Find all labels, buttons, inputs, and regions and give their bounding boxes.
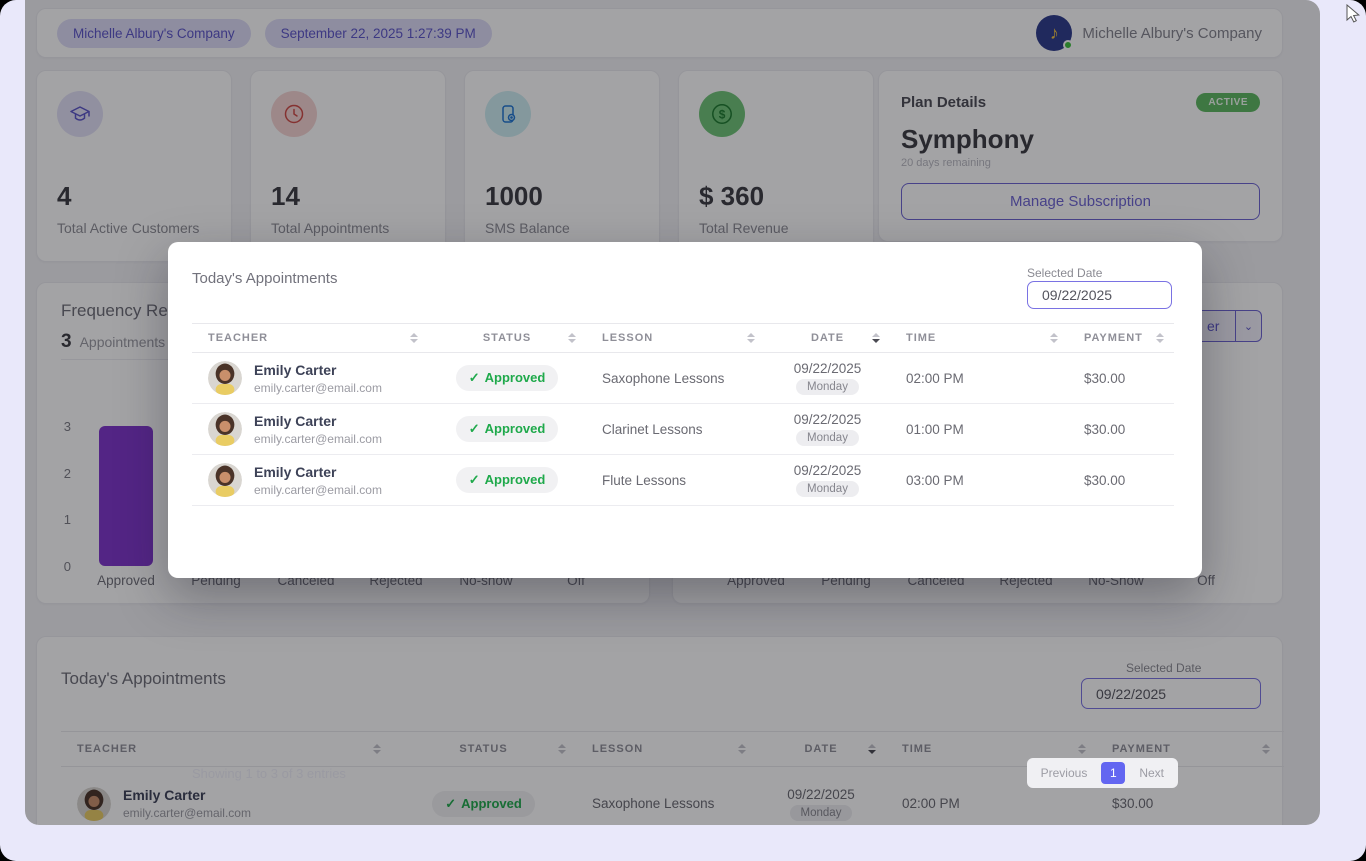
- lesson-cell: Clarinet Lessons: [586, 422, 703, 437]
- payment-cell: $30.00: [1068, 422, 1125, 437]
- column-header-time[interactable]: TIME: [890, 324, 1068, 352]
- modal-title: Today's Appointments: [192, 270, 337, 287]
- payment-cell: $30.00: [1068, 371, 1125, 386]
- app-window: Michelle Albury's Company September 22, …: [0, 0, 1366, 861]
- check-icon: ✓: [469, 421, 480, 436]
- teacher-avatar: [208, 361, 242, 395]
- teacher-name: Emily Carter: [254, 362, 382, 378]
- time-cell: 03:00 PM: [890, 473, 964, 488]
- column-header-payment[interactable]: PAYMENT: [1068, 324, 1174, 352]
- day-badge: Monday: [796, 481, 859, 497]
- teacher-avatar: [208, 463, 242, 497]
- status-badge: ✓Approved: [456, 365, 559, 391]
- teacher-email: emily.carter@email.com: [254, 432, 382, 446]
- column-header-status[interactable]: STATUS: [428, 324, 586, 352]
- day-badge: Monday: [796, 379, 859, 395]
- day-badge: Monday: [796, 430, 859, 446]
- time-cell: 02:00 PM: [890, 371, 964, 386]
- date-cell: 09/22/2025: [794, 412, 862, 427]
- sort-icon: [872, 333, 880, 343]
- check-icon: ✓: [469, 472, 480, 487]
- pagination: Previous 1 Next: [1027, 758, 1178, 788]
- table-row: Emily Carter emily.carter@email.com ✓App…: [192, 455, 1174, 506]
- table-row: Emily Carter emily.carter@email.com ✓App…: [192, 353, 1174, 404]
- page-1-button[interactable]: 1: [1101, 762, 1125, 784]
- teacher-email: emily.carter@email.com: [254, 483, 382, 497]
- status-badge: ✓Approved: [456, 416, 559, 442]
- status-badge: ✓Approved: [456, 467, 559, 493]
- sort-icon: [410, 333, 418, 343]
- teacher-email: emily.carter@email.com: [254, 381, 382, 395]
- table-row: Emily Carter emily.carter@email.com ✓App…: [192, 404, 1174, 455]
- mouse-cursor-icon: [1344, 4, 1364, 24]
- column-header-lesson[interactable]: LESSON: [586, 324, 765, 352]
- selected-date-label: Selected Date: [1027, 266, 1102, 280]
- date-cell: 09/22/2025: [794, 361, 862, 376]
- table-header-row: TEACHER STATUS LESSON DATE TIME PAYMENT: [192, 323, 1174, 353]
- date-cell: 09/22/2025: [794, 463, 862, 478]
- lesson-cell: Flute Lessons: [586, 473, 686, 488]
- teacher-avatar: [208, 412, 242, 446]
- todays-appointments-modal: Today's Appointments Selected Date TEACH…: [168, 242, 1202, 578]
- sort-icon: [1156, 333, 1164, 343]
- time-cell: 01:00 PM: [890, 422, 964, 437]
- payment-cell: $30.00: [1068, 473, 1125, 488]
- sort-icon: [1050, 333, 1058, 343]
- check-icon: ✓: [469, 370, 480, 385]
- lesson-cell: Saxophone Lessons: [586, 371, 724, 386]
- previous-page-button[interactable]: Previous: [1031, 762, 1098, 784]
- sort-icon: [568, 333, 576, 343]
- column-header-date[interactable]: DATE: [765, 324, 890, 352]
- teacher-name: Emily Carter: [254, 413, 382, 429]
- selected-date-input[interactable]: [1027, 281, 1172, 309]
- sort-icon: [747, 333, 755, 343]
- entries-summary: Showing 1 to 3 of 3 entries: [192, 766, 346, 781]
- next-page-button[interactable]: Next: [1129, 762, 1174, 784]
- teacher-name: Emily Carter: [254, 464, 382, 480]
- column-header-teacher[interactable]: TEACHER: [192, 324, 428, 352]
